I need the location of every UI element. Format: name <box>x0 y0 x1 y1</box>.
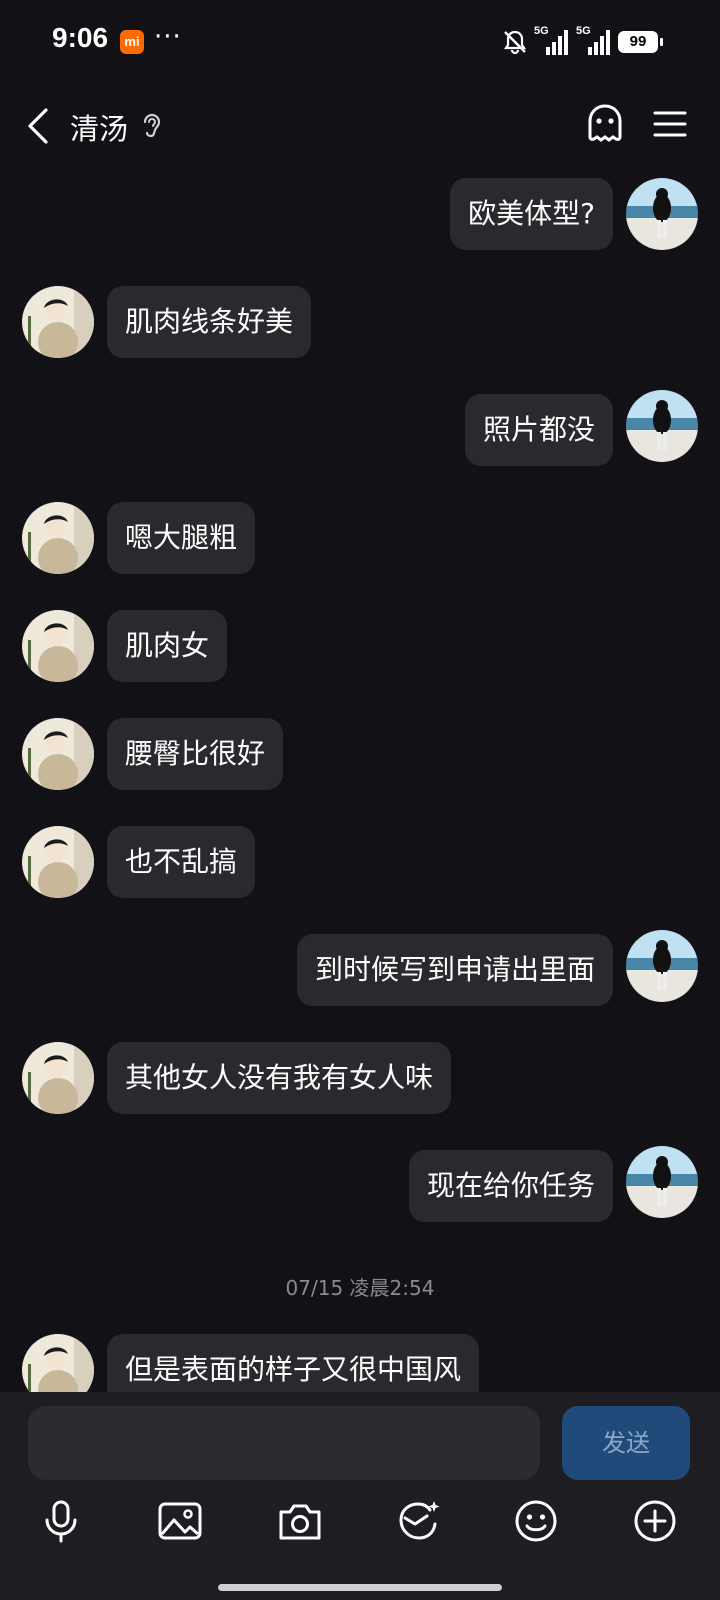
avatar-contact[interactable] <box>22 286 94 358</box>
chevron-left-icon[interactable] <box>22 104 54 148</box>
avatar-self[interactable] <box>626 178 698 250</box>
status-indicators: 5G 5G 99 <box>502 24 663 60</box>
image-icon[interactable] <box>155 1496 205 1546</box>
message-bubble-incoming[interactable]: 嗯大腿粗 <box>107 502 256 574</box>
message-bubble-outgoing[interactable]: 现在给你任务 <box>408 1150 613 1222</box>
status-time: 9:06 <box>52 22 109 53</box>
send-button[interactable]: 发送 <box>562 1406 690 1480</box>
contact-name[interactable]: 清汤 <box>70 106 128 148</box>
sticker-icon[interactable] <box>393 1496 443 1546</box>
camera-icon[interactable] <box>275 1496 325 1546</box>
status-bar: 9:06 mi ··· 5G 5G 99 <box>0 0 720 84</box>
avatar-self[interactable] <box>626 1146 698 1218</box>
avatar-contact[interactable] <box>22 610 94 682</box>
message-bubble-outgoing[interactable]: 到时候写到申请出里面 <box>296 934 613 1006</box>
ghost-icon[interactable] <box>584 102 626 146</box>
menu-icon[interactable] <box>652 108 688 140</box>
bell-muted-icon <box>503 30 527 55</box>
chat-header: 清汤 <box>0 90 720 160</box>
composer-toolbar <box>0 1496 720 1560</box>
emoji-icon[interactable] <box>511 1496 561 1546</box>
message-bubble-incoming[interactable]: 肌肉女 <box>107 610 228 682</box>
message-bubble-incoming[interactable]: 腰臀比很好 <box>107 718 284 790</box>
avatar-self[interactable] <box>626 930 698 1002</box>
signal-icon-2: 5G <box>576 25 612 57</box>
ear-icon[interactable] <box>140 110 164 142</box>
message-bubble-incoming[interactable]: 其他女人没有我有女人味 <box>107 1042 452 1114</box>
avatar-contact[interactable] <box>22 718 94 790</box>
microphone-icon[interactable] <box>36 1496 86 1546</box>
avatar-contact[interactable] <box>22 1042 94 1114</box>
avatar-contact[interactable] <box>22 1334 94 1392</box>
message-input[interactable] <box>28 1406 540 1480</box>
avatar-self[interactable] <box>626 390 698 462</box>
message-bubble-incoming[interactable]: 也不乱搞 <box>107 826 256 898</box>
message-bubble-outgoing[interactable]: 照片都没 <box>464 394 613 466</box>
message-bubble-outgoing[interactable]: 欧美体型? <box>450 178 613 250</box>
signal-icon: 5G <box>534 25 570 57</box>
plus-circle-icon[interactable] <box>630 1496 680 1546</box>
more-notifications-icon: ··· <box>154 22 182 52</box>
message-list[interactable]: 欧美体型? 肌肉线条好美 照片都没 嗯大腿粗 肌肉女 腰臀比很好 也不乱搞 到时… <box>0 168 720 1392</box>
avatar-contact[interactable] <box>22 826 94 898</box>
app-badge-icon: mi <box>120 30 144 54</box>
message-timestamp: 07/15 凌晨2:54 <box>285 1276 435 1300</box>
message-bubble-incoming[interactable]: 肌肉线条好美 <box>107 286 312 358</box>
battery-icon: 99 <box>618 31 663 53</box>
avatar-contact[interactable] <box>22 502 94 574</box>
home-indicator[interactable] <box>218 1584 502 1591</box>
message-bubble-incoming[interactable]: 但是表面的样子又很中国风 <box>107 1334 480 1392</box>
composer-bar: 发送 <box>0 1392 720 1600</box>
